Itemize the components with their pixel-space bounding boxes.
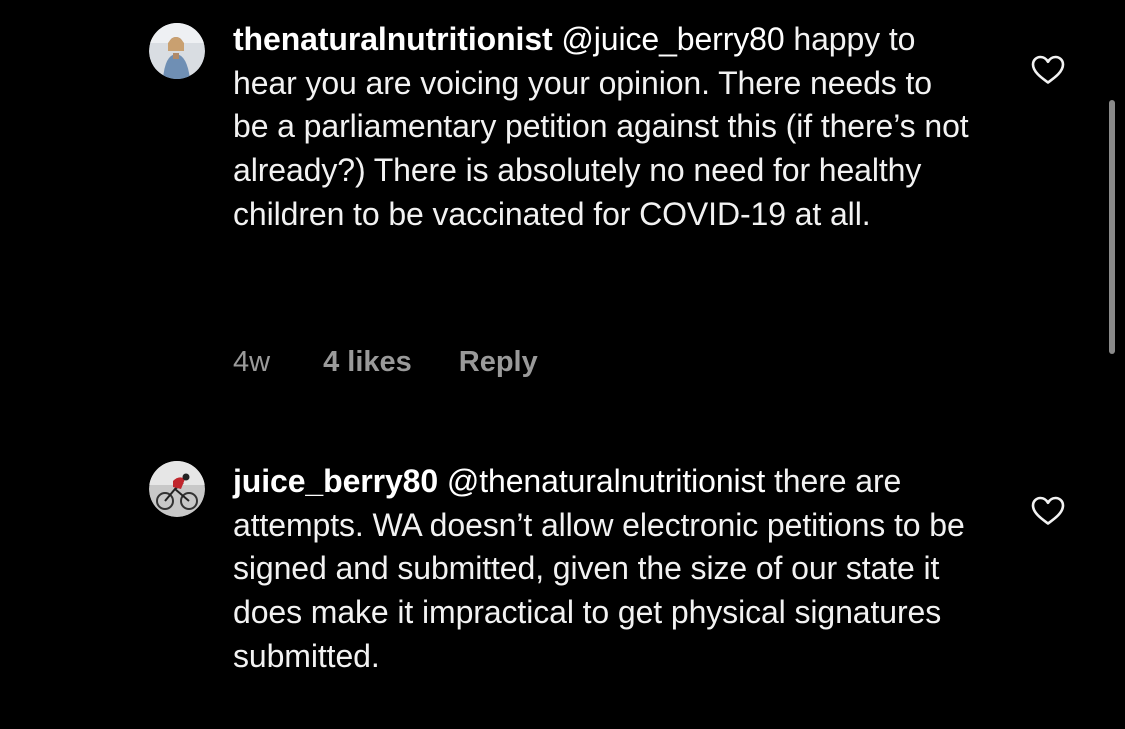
scrollbar[interactable] [1109,100,1115,354]
comment-username[interactable]: thenaturalnutritionist [233,21,553,57]
comment-username[interactable]: juice_berry80 [233,463,438,499]
comment-meta: 4w 4 likes Reply [233,346,538,379]
comment-timestamp: 4w [233,346,271,378]
profile-photo-woman-icon [149,23,205,79]
comment-likes-count[interactable]: 4 likes [323,346,412,379]
reply-button[interactable]: Reply [459,346,538,379]
profile-photo-cyclist-icon [149,461,205,517]
comment-body: thenaturalnutritionist @juice_berry80 ha… [233,18,973,237]
comment-body: juice_berry80 @thenaturalnutritionist th… [233,460,973,679]
heart-outline-icon [1031,55,1065,84]
like-button[interactable] [1031,496,1065,526]
comment-item: juice_berry80 @thenaturalnutritionist th… [0,440,1125,729]
heart-outline-icon [1031,496,1065,525]
comment-mention[interactable]: @thenaturalnutritionist [447,463,765,499]
comment-item: thenaturalnutritionist @juice_berry80 ha… [0,0,1125,420]
like-button[interactable] [1031,55,1065,85]
avatar[interactable] [149,461,205,517]
comment-mention[interactable]: @juice_berry80 [561,21,784,57]
avatar[interactable] [149,23,205,79]
